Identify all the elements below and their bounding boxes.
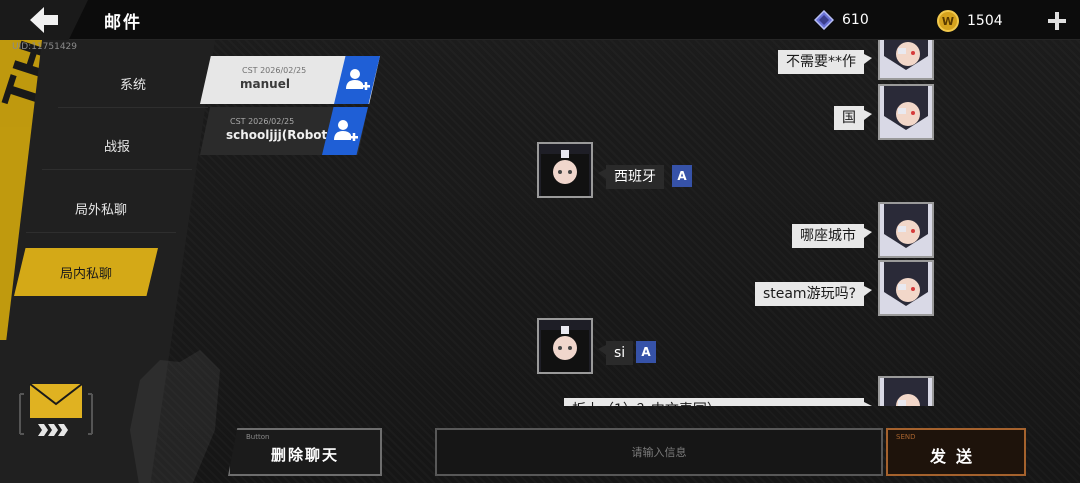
send-label: 发送 <box>929 447 982 466</box>
fist-emblem-icon <box>130 350 220 483</box>
message-bubble: 哪座城市 <box>792 224 872 248</box>
gem-amount: 610 <box>842 12 869 28</box>
button-tag: SEND <box>896 433 916 441</box>
other-avatar[interactable] <box>537 142 593 198</box>
contact-name: manuel <box>240 77 290 91</box>
add-currency-button[interactable] <box>1046 10 1068 32</box>
message-bubble: 国 <box>834 106 872 130</box>
message-bubble: steam游玩吗? <box>754 282 873 306</box>
contact-date: CST 2026/02/25 <box>242 66 307 75</box>
add-user-icon <box>334 120 358 141</box>
character-portrait-icon <box>880 378 932 406</box>
top-bar: 邮件 610 W 1504 <box>0 0 1080 40</box>
coin-amount: 1504 <box>967 13 1003 29</box>
sidebar: THE WAR 系统 战报 局外私聊 局内私聊 <box>0 40 220 483</box>
gem-icon <box>814 10 834 30</box>
my-avatar[interactable] <box>878 84 934 140</box>
my-avatar[interactable] <box>878 202 934 258</box>
add-user-icon <box>346 69 370 90</box>
other-avatar[interactable] <box>537 318 593 374</box>
delete-chat-label: 删除聊天 <box>270 446 339 464</box>
character-portrait-icon <box>880 204 932 256</box>
message-bubble: si <box>597 341 634 365</box>
button-tag: Button <box>246 433 270 441</box>
uid-label: UID:11751429 <box>12 42 78 52</box>
sidebar-item-battle-report[interactable]: 战报 <box>42 122 192 170</box>
translate-button[interactable]: A <box>636 341 656 363</box>
send-button[interactable]: SEND 发送 <box>886 428 1026 476</box>
sidebar-item-match-chat[interactable]: 局内私聊 <box>14 248 158 296</box>
delete-chat-button[interactable]: Button 删除聊天 <box>228 428 382 476</box>
coin-icon: W <box>937 10 959 32</box>
sidebar-item-label: 战报 <box>103 140 130 155</box>
my-avatar[interactable] <box>878 376 934 406</box>
mail-button[interactable] <box>18 380 94 442</box>
back-button[interactable] <box>0 0 88 40</box>
message-input[interactable] <box>435 428 883 476</box>
sidebar-item-system[interactable]: 系统 <box>58 60 208 108</box>
page-title: 邮件 <box>104 13 142 33</box>
contact-date: CST 2026/02/25 <box>230 117 295 126</box>
sidebar-item-lobby-chat[interactable]: 局外私聊 <box>26 185 176 233</box>
coin-counter: W 1504 <box>937 10 1003 32</box>
message-bubble: 板上（1）？中文表同） <box>564 398 872 406</box>
contact-item[interactable]: CST 2026/02/25 schooljjj(Robot) <box>200 107 368 155</box>
contact-item[interactable]: CST 2026/02/25 manuel <box>200 56 380 104</box>
message-bubble: 西班牙 <box>598 165 664 189</box>
sidebar-item-label: 局内私聊 <box>59 266 112 282</box>
sidebar-item-label: 局外私聊 <box>74 203 127 218</box>
character-portrait-icon <box>880 40 932 78</box>
character-portrait-icon <box>880 262 932 314</box>
sidebar-item-label: 系统 <box>119 78 146 93</box>
character-portrait-icon <box>880 86 932 138</box>
character-portrait-icon <box>539 144 591 196</box>
message-bubble: 不需要**作 <box>778 50 872 74</box>
envelope-icon <box>19 383 93 436</box>
my-avatar[interactable] <box>878 40 934 80</box>
gem-counter: 610 <box>814 10 869 30</box>
back-arrow-icon <box>30 7 58 33</box>
contact-name: schooljjj(Robot) <box>226 128 333 142</box>
translate-button[interactable]: A <box>672 165 692 187</box>
my-avatar[interactable] <box>878 260 934 316</box>
character-portrait-icon <box>539 320 591 372</box>
chat-messages[interactable]: 不需要**作 国 西班牙 A 哪座城市 steam游玩吗? si A <box>530 40 940 406</box>
